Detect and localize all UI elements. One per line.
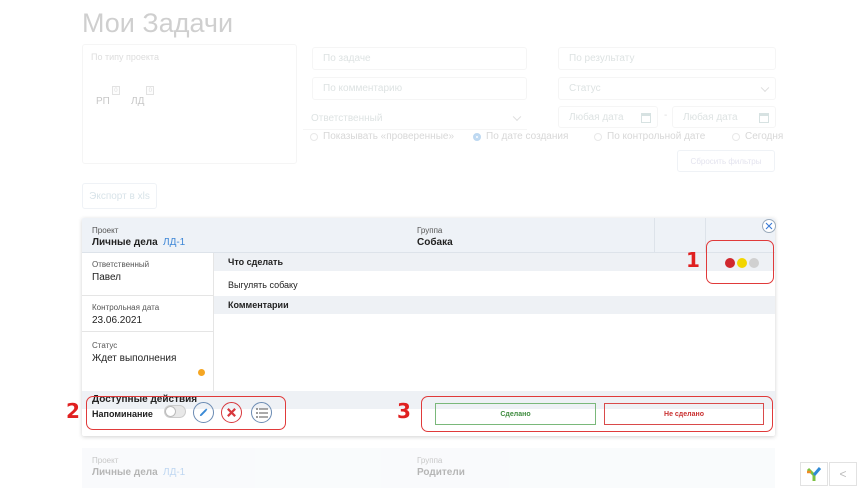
status-dot	[198, 369, 205, 376]
header-divider	[654, 218, 655, 253]
todo-value: Выгулять собаку	[228, 280, 298, 290]
date-from-input[interactable]: Любая дата	[558, 106, 658, 128]
page-title: Мои Задачи	[82, 8, 234, 38]
placeholder: Любая дата	[569, 111, 624, 123]
project-name: Личные дела	[92, 467, 158, 478]
radio-by-creation-date[interactable]: По дате создания	[473, 131, 568, 142]
tag-label: ЛД	[131, 96, 145, 107]
tag-ld[interactable]: ЛД 0	[131, 86, 155, 107]
tag-rp[interactable]: РП 0	[96, 86, 120, 107]
annotation-number-1: 1	[686, 248, 700, 272]
annotation-number-2: 2	[66, 399, 80, 423]
task-card-header: Проект Личные дела ЛД-1 Группа Собака	[82, 218, 775, 253]
deadline-cell: Контрольная дата 23.06.2021	[82, 296, 214, 332]
page-header: Мои Задачи По типу проекта РП 0 ЛД 0 По за…	[0, 0, 857, 209]
group-name: Собака	[417, 237, 453, 248]
status-label: Статус	[92, 341, 118, 350]
radio-label: Показывать «проверенные»	[323, 131, 455, 142]
close-card-button[interactable]	[762, 219, 776, 233]
placeholder: Любая дата	[683, 111, 738, 123]
result-search-input[interactable]: По результату	[558, 47, 776, 70]
next-task-card[interactable]: Проект Личные дела ЛД-1 Группа Родители	[82, 448, 775, 488]
export-xls-button[interactable]: Экспорт в xls	[82, 183, 157, 209]
placeholder: Статус	[569, 83, 601, 94]
group-name: Родители	[417, 467, 465, 478]
task-search-input[interactable]: По задаче	[312, 47, 527, 70]
project-type-label: По типу проекта	[91, 52, 159, 62]
panel-toggle[interactable]: <	[829, 462, 857, 486]
comment-search-input[interactable]: По комментарию	[312, 77, 527, 100]
chevron-down-icon	[760, 83, 770, 92]
radio-circle	[310, 132, 318, 141]
close-icon	[765, 222, 773, 230]
responsible-select[interactable]: Ответственный	[303, 107, 527, 130]
placeholder: По комментарию	[323, 83, 403, 94]
deadline-label: Контрольная дата	[92, 303, 160, 312]
radio-circle	[473, 132, 481, 141]
date-to-input[interactable]: Любая дата	[672, 106, 776, 128]
group-label: Группа	[417, 226, 443, 235]
responsible-value: Павел	[92, 272, 122, 283]
reset-filters-button[interactable]: Сбросить фильтры	[677, 150, 775, 172]
chevron-left-icon: <	[839, 467, 847, 481]
calendar-icon[interactable]	[641, 113, 651, 123]
placeholder: По результату	[569, 53, 635, 64]
status-cell: Статус Ждет выполнения	[82, 332, 214, 391]
annotation-number-3: 3	[397, 399, 411, 423]
annotation-frame-3	[421, 396, 773, 432]
radio-label: По контрольной дате	[607, 131, 706, 142]
project-label: Проект	[92, 456, 119, 465]
responsible-label: Ответственный	[92, 260, 150, 269]
project-name: Личные дела	[92, 237, 158, 248]
tag-label: РП	[96, 96, 110, 107]
annotation-frame-2	[86, 396, 286, 430]
radio-circle	[594, 132, 602, 141]
annotation-frame-1	[706, 240, 774, 284]
deadline-value: 23.06.2021	[92, 315, 143, 326]
radio-by-deadline[interactable]: По контрольной дате	[594, 131, 705, 142]
task-details-column: Ответственный Павел Контрольная дата 23.…	[82, 253, 214, 391]
date-separator: -	[664, 110, 668, 121]
status-value: Ждет выполнения	[92, 353, 177, 364]
tag-count: 0	[146, 86, 155, 95]
placeholder: По задаче	[323, 53, 371, 64]
app-logo[interactable]	[800, 462, 828, 486]
radio-show-checked[interactable]: Показывать «проверенные»	[310, 131, 454, 142]
radio-today[interactable]: Сегодня	[732, 131, 783, 142]
radio-label: По дате создания	[486, 131, 569, 142]
yii-logo-icon	[806, 467, 822, 481]
radio-circle	[732, 132, 740, 141]
project-code-link[interactable]: ЛД-1	[163, 467, 185, 478]
group-label: Группа	[417, 456, 443, 465]
responsible-cell: Ответственный Павел	[82, 253, 214, 296]
project-type-filter[interactable]: По типу проекта РП 0 ЛД 0	[82, 44, 297, 164]
chevron-down-icon	[512, 112, 522, 122]
project-label: Проект	[92, 226, 119, 235]
calendar-icon[interactable]	[759, 113, 769, 123]
project-code-link[interactable]: ЛД-1	[163, 237, 185, 248]
comments-header: Комментарии	[214, 296, 775, 314]
radio-label: Сегодня	[745, 131, 784, 142]
tag-count: 0	[111, 86, 120, 95]
placeholder: Ответственный	[311, 112, 383, 124]
status-select[interactable]: Статус	[558, 77, 776, 100]
